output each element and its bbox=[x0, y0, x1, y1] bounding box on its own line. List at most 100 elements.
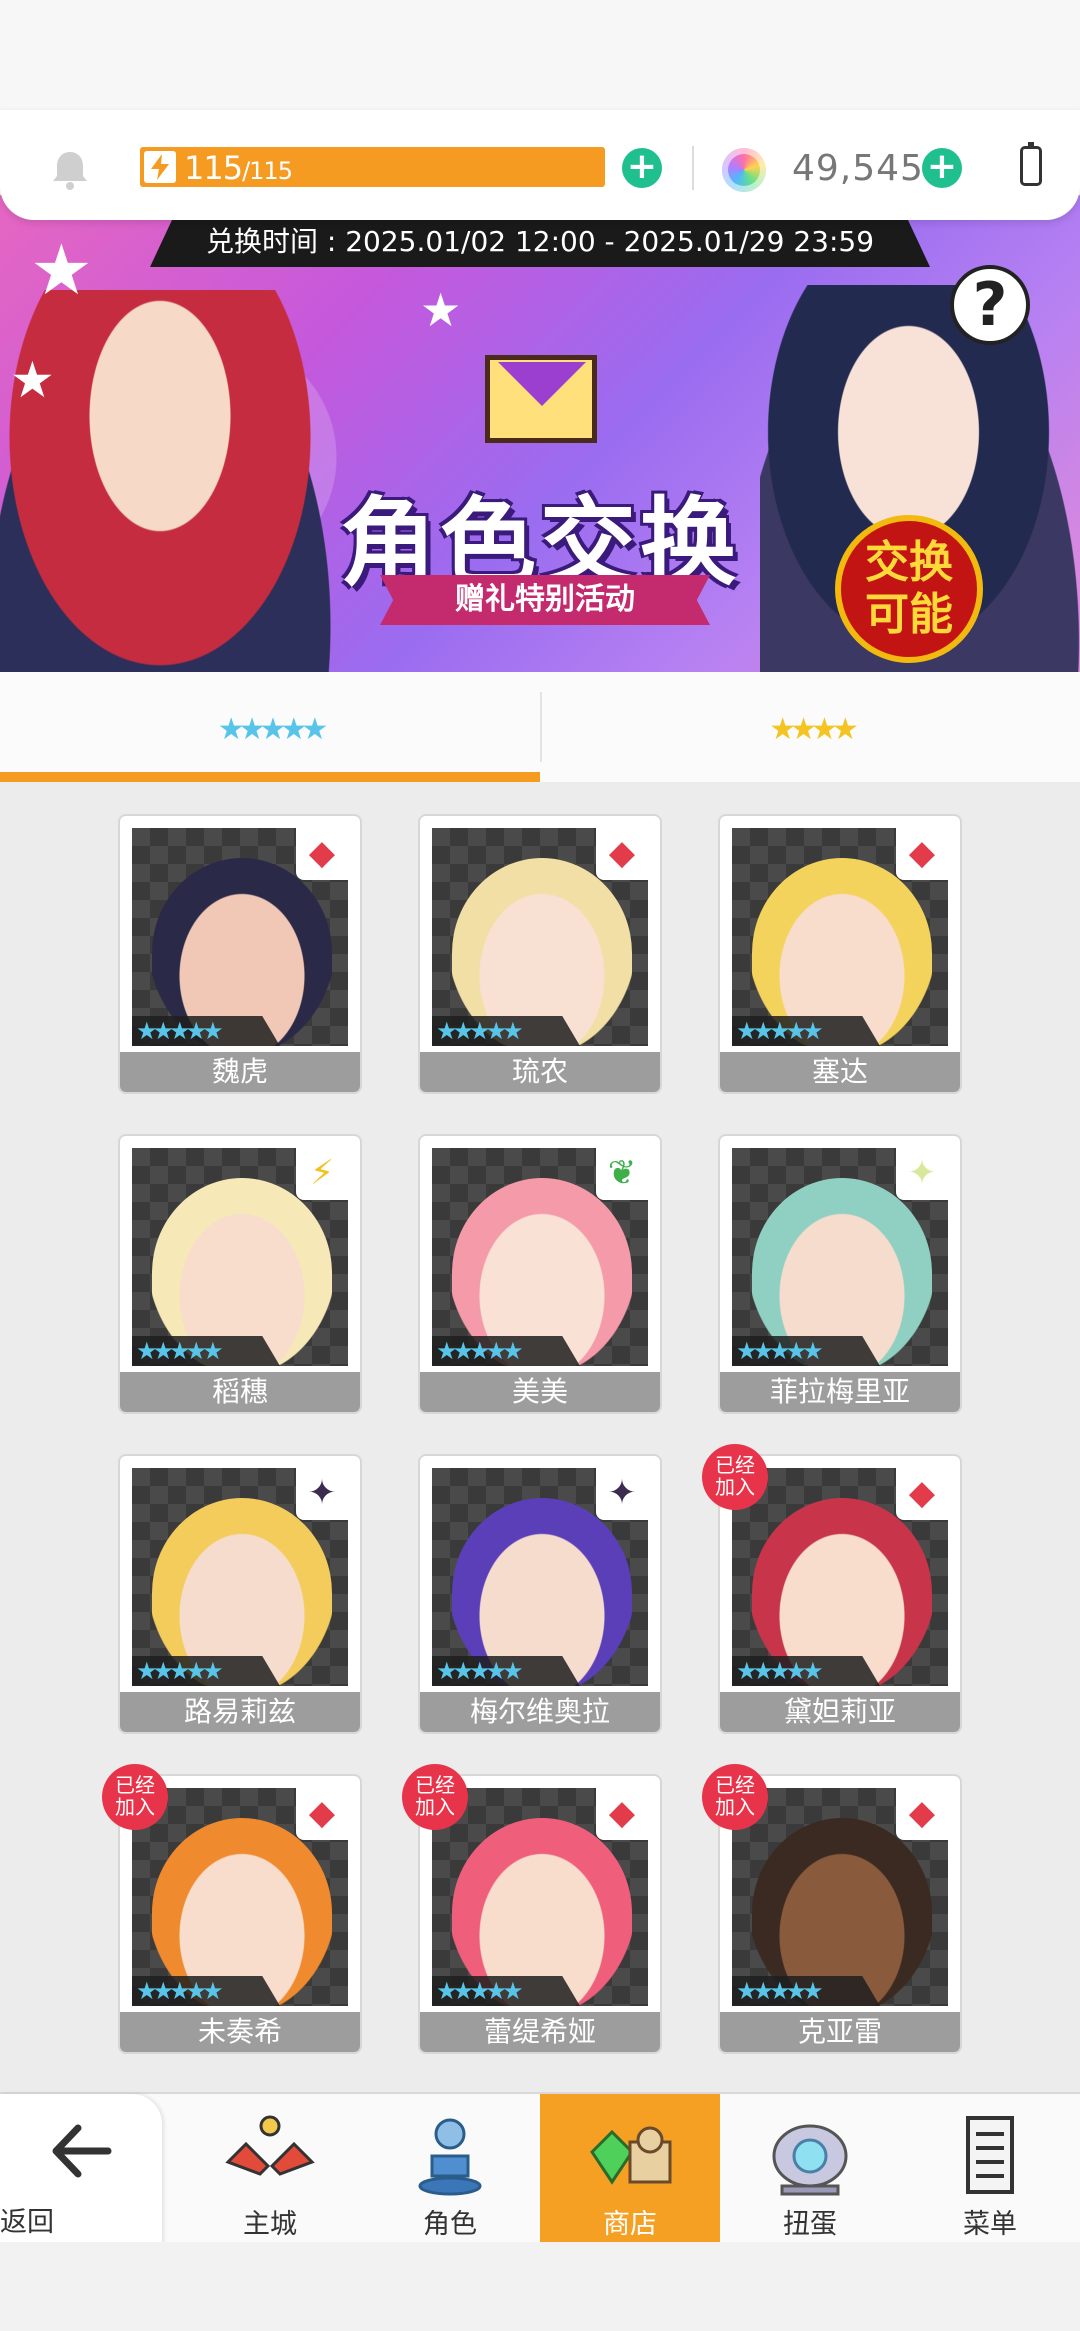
nav-item-gacha[interactable]: 扭蛋 bbox=[720, 2094, 900, 2244]
character-portrait: ◆ ★★★★★ bbox=[732, 1788, 948, 2006]
divider bbox=[692, 146, 694, 190]
character-card[interactable]: ◆ ★★★★★ 蕾缇希娅 已经 加入 bbox=[402, 1764, 660, 2052]
character-card[interactable]: ❦ ★★★★★ 美美 bbox=[420, 1136, 660, 1412]
character-name: 蕾缇希娅 bbox=[420, 2012, 660, 2052]
character-card[interactable]: ◆ ★★★★★ 魏虎 bbox=[120, 816, 360, 1092]
star-decoration-icon: ★ bbox=[420, 283, 462, 337]
system-status-bar bbox=[0, 0, 1080, 110]
character-portrait: ◆ ★★★★★ bbox=[432, 1788, 648, 2006]
fire-element-icon: ◆ bbox=[296, 828, 348, 880]
fire-element-icon: ◆ bbox=[896, 1468, 948, 1520]
rarity-stars: ★★★★★ bbox=[732, 1016, 880, 1046]
fire-element-icon: ◆ bbox=[596, 1788, 648, 1840]
character-name: 魏虎 bbox=[120, 1052, 360, 1092]
battery-icon bbox=[1020, 142, 1042, 186]
event-banner: ★ ★ ★ 兑换时间 : 2025.01/02 12:00 - 2025.01/… bbox=[0, 195, 1080, 672]
add-stamina-button[interactable]: + bbox=[622, 148, 662, 188]
character-card[interactable]: ✦ ★★★★★ 梅尔维奥拉 bbox=[420, 1456, 660, 1732]
gem-count: 49,545 bbox=[792, 148, 924, 189]
back-label: 返回 bbox=[0, 2207, 54, 2238]
gem-icon bbox=[722, 148, 766, 192]
nav-label: 菜单 bbox=[963, 2209, 1017, 2240]
dark-element-icon: ✦ bbox=[296, 1468, 348, 1520]
active-tab-indicator bbox=[0, 772, 540, 782]
character-name: 未奏希 bbox=[120, 2012, 360, 2052]
nav-label: 扭蛋 bbox=[783, 2209, 837, 2240]
joined-badge-line2: 加入 bbox=[115, 1795, 155, 1819]
joined-badge-line1: 已经 bbox=[115, 1773, 155, 1797]
character-portrait: ◆ ★★★★★ bbox=[732, 1468, 948, 1686]
nav-label: 主城 bbox=[243, 2209, 297, 2240]
rarity-stars: ★★★★★ bbox=[432, 1336, 580, 1366]
nav-label: 角色 bbox=[423, 2209, 477, 2240]
rarity-stars: ★★★★★ bbox=[432, 1656, 580, 1686]
bottom-navigation: 返回 主城 角色 商店 扭蛋 菜单 bbox=[0, 2092, 1080, 2244]
character-name: 黛妲莉亚 bbox=[720, 1692, 960, 1732]
character-card[interactable]: ◆ ★★★★★ 未奏希 已经 加入 bbox=[102, 1764, 360, 2052]
character-name: 塞达 bbox=[720, 1052, 960, 1092]
joined-badge: 已经 加入 bbox=[702, 1764, 768, 1830]
tab-label: ★★★★★ bbox=[217, 712, 328, 747]
joined-badge-line2: 加入 bbox=[715, 1475, 755, 1499]
character-card[interactable]: ◆ ★★★★★ 黛妲莉亚 已经 加入 bbox=[702, 1444, 960, 1732]
character-name: 路易莉兹 bbox=[120, 1692, 360, 1732]
joined-badge-line2: 加入 bbox=[415, 1795, 455, 1819]
nav-label: 商店 bbox=[603, 2209, 657, 2240]
menu-icon bbox=[966, 2116, 1014, 2194]
fire-element-icon: ◆ bbox=[296, 1788, 348, 1840]
rarity-stars: ★★★★★ bbox=[132, 1016, 280, 1046]
character-name: 菲拉梅里亚 bbox=[720, 1372, 960, 1412]
fire-element-icon: ◆ bbox=[596, 828, 648, 880]
stamina-bolt-icon bbox=[144, 151, 176, 183]
badge-line2: 可能 bbox=[865, 589, 953, 640]
joined-badge-line1: 已经 bbox=[715, 1453, 755, 1477]
character-card[interactable]: ◆ ★★★★★ 克亚雷 已经 加入 bbox=[702, 1764, 960, 2052]
character-name: 梅尔维奥拉 bbox=[420, 1692, 660, 1732]
character-card[interactable]: ◆ ★★★★★ 琉农 bbox=[420, 816, 660, 1092]
add-gems-button[interactable]: + bbox=[922, 148, 962, 188]
character-portrait: ◆ ★★★★★ bbox=[732, 828, 948, 1046]
tab-5-star[interactable]: ★★★★★ bbox=[0, 672, 540, 782]
rarity-stars: ★★★★★ bbox=[732, 1656, 880, 1686]
star-decoration-icon: ★ bbox=[30, 229, 93, 311]
character-card[interactable]: ⚡ ★★★★★ 稻穗 bbox=[120, 1136, 360, 1412]
joined-badge-line1: 已经 bbox=[415, 1773, 455, 1797]
nav-item-shop[interactable]: 商店 bbox=[540, 2094, 720, 2244]
nav-item-castle[interactable]: 主城 bbox=[180, 2094, 360, 2244]
system-navigation-bar bbox=[0, 2242, 1080, 2331]
notification-bell-icon[interactable] bbox=[48, 148, 92, 192]
character-card[interactable]: ✦ ★★★★★ 路易莉兹 bbox=[120, 1456, 360, 1732]
character-portrait: ❦ ★★★★★ bbox=[432, 1148, 648, 1366]
star-decoration-icon: ★ bbox=[10, 351, 55, 409]
wind-element-icon: ❦ bbox=[596, 1148, 648, 1200]
character-portrait: ◆ ★★★★★ bbox=[432, 828, 648, 1046]
character-portrait: ⚡ ★★★★★ bbox=[132, 1148, 348, 1366]
banner-subtitle: 赠礼特别活动 bbox=[380, 575, 710, 625]
character-portrait: ◆ ★★★★★ bbox=[132, 1788, 348, 2006]
gacha-icon bbox=[772, 2124, 848, 2196]
back-button[interactable]: 返回 bbox=[0, 2094, 162, 2244]
character-card[interactable]: ◆ ★★★★★ 塞达 bbox=[720, 816, 960, 1092]
castle-icon bbox=[225, 2115, 315, 2176]
character-name: 美美 bbox=[420, 1372, 660, 1412]
nav-item-character[interactable]: 角色 bbox=[360, 2094, 540, 2244]
light-element-icon: ✦ bbox=[896, 1148, 948, 1200]
nav-item-menu[interactable]: 菜单 bbox=[900, 2094, 1080, 2244]
character-portrait: ✦ ★★★★★ bbox=[732, 1148, 948, 1366]
help-button[interactable]: ? bbox=[950, 265, 1030, 345]
fire-element-icon: ◆ bbox=[896, 828, 948, 880]
back-arrow-icon bbox=[52, 2124, 112, 2178]
joined-badge: 已经 加入 bbox=[102, 1764, 168, 1830]
character-name: 琉农 bbox=[420, 1052, 660, 1092]
joined-badge-line1: 已经 bbox=[715, 1773, 755, 1797]
thunder-element-icon: ⚡ bbox=[296, 1148, 348, 1200]
resource-bar: 115/115 + 49,545 + bbox=[0, 110, 1080, 220]
character-name: 稻穗 bbox=[120, 1372, 360, 1412]
rarity-stars: ★★★★★ bbox=[432, 1016, 580, 1046]
tab-4-star[interactable]: ★★★★ bbox=[542, 672, 1080, 782]
rarity-stars: ★★★★★ bbox=[132, 1336, 280, 1366]
character-card[interactable]: ✦ ★★★★★ 菲拉梅里亚 bbox=[720, 1136, 960, 1412]
character-grid: ◆ ★★★★★ 魏虎 ◆ ★★★★★ 琉农 ◆ ★★★★★ 塞达 ⚡ ★★★★★ 稻穗 ❦ ★★★★★ 美美… bbox=[0, 782, 1080, 2100]
rarity-stars: ★★★★★ bbox=[732, 1336, 880, 1366]
dark-element-icon: ✦ bbox=[596, 1468, 648, 1520]
